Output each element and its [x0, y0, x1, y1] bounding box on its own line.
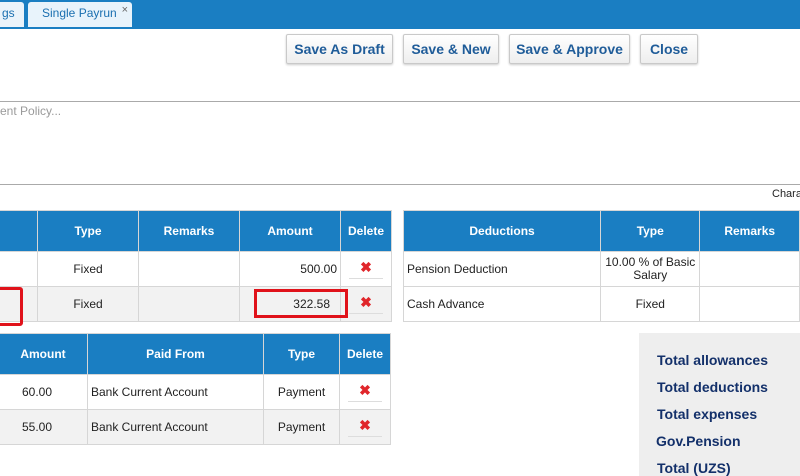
tab-single-payrun[interactable]: Single Payrun × — [28, 2, 132, 27]
save-as-draft-button[interactable]: Save As Draft — [286, 34, 393, 64]
allowance-remarks-cell[interactable] — [138, 251, 240, 287]
tab-previous[interactable]: gs — [0, 2, 24, 27]
notes-textarea[interactable]: ent Policy... — [0, 101, 800, 185]
allowance-type-cell: Fixed — [37, 286, 139, 322]
allowances-col-amount: Amount — [239, 210, 341, 252]
expense-amount-cell[interactable]: 55.00 — [0, 409, 88, 445]
expense-type-cell: Payment — [263, 374, 340, 410]
allowances-col-delete: Delete — [340, 210, 392, 252]
highlight-box-name — [0, 287, 23, 326]
expense-delete-cell: ✖ — [339, 374, 391, 410]
deduction-remarks-cell[interactable] — [699, 286, 800, 322]
table-row: 60.00 Bank Current Account Payment ✖ — [0, 374, 391, 410]
table-row: Fixed 500.00 ✖ — [0, 251, 392, 287]
expense-delete-cell: ✖ — [339, 409, 391, 445]
delete-icon[interactable]: ✖ — [343, 417, 387, 437]
delete-glyph: ✖ — [360, 259, 372, 275]
allowance-type-cell: Fixed — [37, 251, 139, 287]
delete-icon[interactable]: ✖ — [344, 294, 388, 314]
deduction-remarks-cell[interactable] — [699, 251, 800, 287]
tab-previous-label: gs — [2, 6, 15, 20]
expenses-col-amount: Amount — [0, 333, 88, 375]
highlight-box-amount — [254, 289, 348, 318]
expenses-col-paid-from: Paid From — [87, 333, 264, 375]
allowance-name-cell[interactable] — [0, 251, 38, 287]
allowance-amount-cell[interactable]: 500.00 — [239, 251, 341, 287]
gov-pension-label: Gov.Pension — [656, 433, 741, 449]
allowances-col-type: Type — [37, 210, 139, 252]
table-row: Cash Advance Fixed — [402, 286, 800, 322]
deduction-type-cell: 10.00 % of Basic Salary — [600, 251, 701, 287]
deductions-col-type: Type — [600, 210, 701, 252]
allowances-col-name — [0, 210, 38, 252]
allowance-remarks-cell[interactable] — [138, 286, 240, 322]
expense-paid-from-cell[interactable]: Bank Current Account — [87, 409, 264, 445]
expenses-table: Amount Paid From Type Delete 60.00 Bank … — [0, 333, 391, 445]
allowance-delete-cell: ✖ — [340, 286, 392, 322]
save-and-approve-button[interactable]: Save & Approve — [509, 34, 630, 64]
deduction-name-cell: Pension Deduction — [402, 251, 602, 287]
totals-panel: Total allowances Total deductions Total … — [639, 333, 800, 476]
deductions-col-name: Deductions — [402, 210, 602, 252]
delete-glyph: ✖ — [359, 417, 371, 433]
expense-paid-from-cell[interactable]: Bank Current Account — [87, 374, 264, 410]
notes-placeholder: ent Policy... — [0, 104, 62, 118]
allowances-col-remarks: Remarks — [138, 210, 240, 252]
expense-amount-cell[interactable]: 60.00 — [0, 374, 88, 410]
deduction-name-cell: Cash Advance — [402, 286, 602, 322]
deduction-type-cell: Fixed — [600, 286, 701, 322]
allowance-delete-cell: ✖ — [340, 251, 392, 287]
delete-glyph: ✖ — [359, 382, 371, 398]
deductions-table: Deductions Type Remarks Pension Deductio… — [402, 210, 800, 322]
close-button[interactable]: Close — [640, 34, 698, 64]
tab-close-icon[interactable]: × — [122, 0, 128, 22]
total-expenses-label: Total expenses — [657, 406, 758, 422]
characters-label: Chara — [772, 188, 800, 200]
table-row: 55.00 Bank Current Account Payment ✖ — [0, 409, 391, 445]
save-and-new-button[interactable]: Save & New — [403, 34, 499, 64]
total-uzs-label: Total (UZS) — [657, 460, 731, 476]
tab-bar: gs Single Payrun × — [0, 0, 800, 29]
deductions-col-remarks: Remarks — [699, 210, 800, 252]
total-allowances-label: Total allowances — [657, 352, 768, 368]
table-row: Pension Deduction 10.00 % of Basic Salar… — [402, 251, 800, 287]
delete-icon[interactable]: ✖ — [344, 259, 388, 279]
expenses-col-delete: Delete — [339, 333, 391, 375]
tab-single-payrun-label: Single Payrun — [42, 6, 117, 20]
delete-icon[interactable]: ✖ — [343, 382, 387, 402]
delete-glyph: ✖ — [360, 294, 372, 310]
expense-type-cell: Payment — [263, 409, 340, 445]
expenses-col-type: Type — [263, 333, 340, 375]
total-deductions-label: Total deductions — [657, 379, 768, 395]
